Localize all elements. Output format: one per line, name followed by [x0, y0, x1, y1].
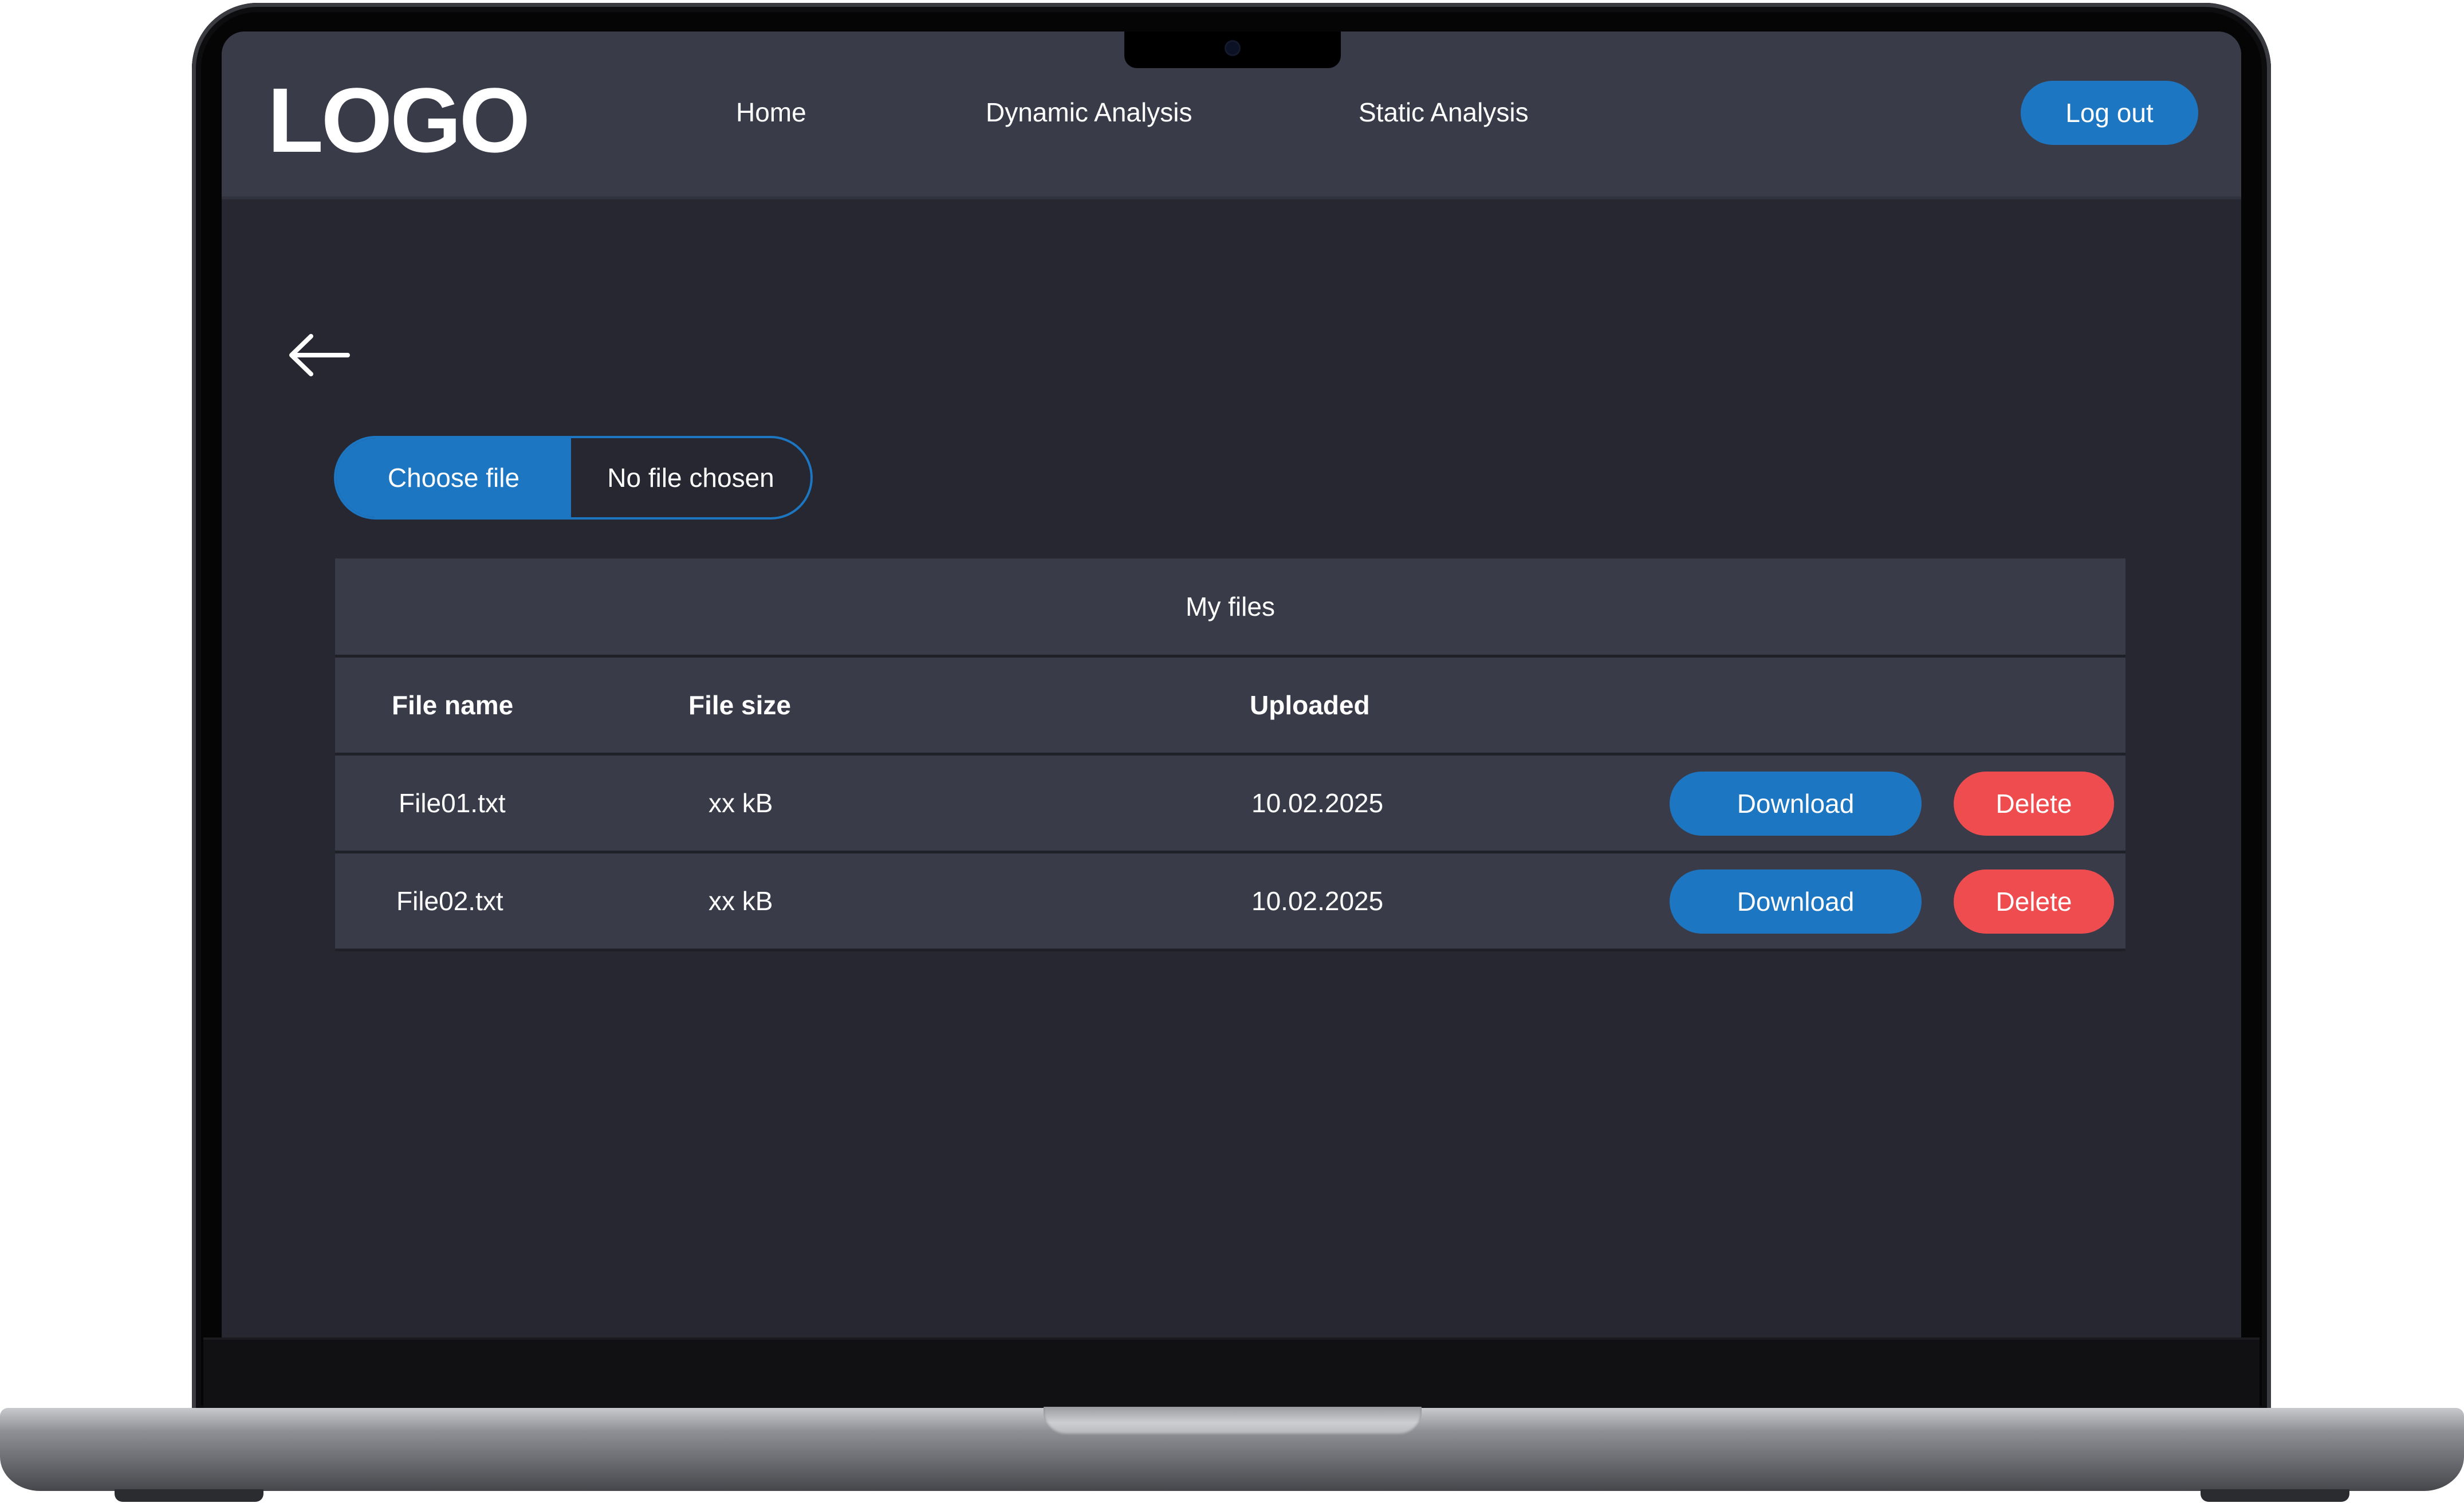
laptop-foot-right	[2201, 1489, 2349, 1502]
arrow-left-icon	[289, 334, 350, 376]
file-upload-input[interactable]: Choose file No file chosen	[334, 436, 813, 520]
uploaded-date-cell: 10.02.2025	[1251, 886, 1384, 916]
camera-icon	[1226, 42, 1239, 54]
logout-button[interactable]: Log out	[2021, 81, 2198, 145]
file-name-cell: File01.txt	[399, 788, 506, 818]
laptop-lid-groove	[1044, 1407, 1422, 1435]
file-size-cell: xx kB	[709, 788, 773, 818]
table-row: File02.txt xx kB 10.02.2025 Download Del…	[335, 853, 2126, 951]
uploaded-date-cell: 10.02.2025	[1251, 788, 1384, 818]
download-button[interactable]: Download	[1670, 772, 1922, 836]
delete-button[interactable]: Delete	[1954, 772, 2114, 836]
table-title: My files	[335, 558, 2126, 658]
file-status-text: No file chosen	[607, 463, 774, 493]
delete-button[interactable]: Delete	[1954, 869, 2114, 934]
nav-static-analysis[interactable]: Static Analysis	[1359, 99, 1529, 125]
file-name-cell: File02.txt	[396, 886, 503, 916]
camera-notch	[1124, 32, 1341, 68]
table-row: File01.txt xx kB 10.02.2025 Download Del…	[335, 756, 2126, 853]
nav-home[interactable]: Home	[736, 99, 806, 125]
column-header-uploaded: Uploaded	[1250, 690, 1370, 720]
column-header-file-size: File size	[688, 690, 791, 720]
app-screen: LOGO Home Dynamic Analysis Static Analys…	[222, 32, 2241, 1337]
choose-file-button[interactable]: Choose file	[336, 438, 571, 517]
back-button[interactable]	[285, 329, 353, 381]
download-button[interactable]: Download	[1670, 869, 1922, 934]
file-size-cell: xx kB	[709, 886, 773, 916]
column-header-file-name: File name	[392, 690, 514, 720]
logo[interactable]: LOGO	[267, 74, 530, 166]
table-header-row: File name File size Uploaded	[335, 658, 2126, 756]
my-files-table: My files File name File size Uploaded Fi…	[335, 558, 2126, 951]
nav-dynamic-analysis[interactable]: Dynamic Analysis	[986, 99, 1192, 125]
laptop-foot-left	[115, 1489, 263, 1502]
laptop-bezel-bottom	[203, 1337, 2260, 1410]
